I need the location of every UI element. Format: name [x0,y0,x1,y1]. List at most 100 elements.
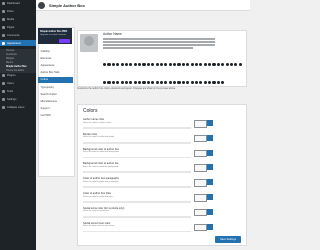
social-network-icon[interactable] [173,80,177,84]
color-picker-button[interactable] [207,120,213,126]
social-network-icon[interactable] [142,80,146,84]
social-network-icon[interactable] [138,80,142,84]
color-picker-button[interactable] [207,164,213,171]
social-network-icon[interactable] [168,62,172,66]
tab-get-pro[interactable]: Get PRO [38,113,73,119]
social-network-icon[interactable] [129,62,133,66]
color-picker-button[interactable] [207,134,213,141]
pro-upgrade-button[interactable] [59,39,70,43]
social-network-icon[interactable] [212,80,216,84]
sidebar-item[interactable]: Collapse menu [0,105,36,111]
social-network-icon[interactable] [177,62,181,66]
social-network-icon[interactable] [181,80,185,84]
color-swatch[interactable] [194,208,207,217]
social-network-icon[interactable] [234,62,238,66]
tab-elements[interactable]: Elements [38,55,73,61]
social-network-icon[interactable] [229,62,234,66]
social-network-icon[interactable] [199,62,203,66]
color-picker-button[interactable] [207,149,213,156]
sidebar-item[interactable]: Dashboard [0,0,36,6]
social-network-icon[interactable] [138,62,142,66]
social-network-icon[interactable] [146,80,150,84]
social-network-icon[interactable] [221,62,225,66]
social-network-icon[interactable] [164,62,168,66]
tab-miscellaneous[interactable]: Miscellaneous [38,98,73,104]
color-swatch[interactable] [194,164,207,172]
social-network-icon[interactable] [146,62,150,66]
social-network-icon[interactable] [155,62,159,66]
social-network-icon[interactable] [159,80,164,84]
social-network-icon[interactable] [151,62,155,66]
social-network-icon[interactable] [142,62,146,66]
sidebar-item[interactable]: Pages [0,24,36,30]
sidebar-item[interactable]: Media [0,16,36,22]
social-network-icon[interactable] [186,62,190,66]
social-network-icon[interactable] [212,62,216,66]
social-network-icon[interactable] [111,62,115,66]
sidebar-item[interactable]: Plugins [0,73,36,79]
tab-support[interactable]: Support [38,106,73,112]
social-network-icon[interactable] [164,80,168,84]
color-row-divider [83,201,191,203]
color-picker-button[interactable] [207,223,213,230]
save-settings-button[interactable]: Save Settings [215,236,241,243]
social-network-icon[interactable] [199,80,203,84]
social-network-icon[interactable] [194,80,199,84]
social-network-icon[interactable] [159,62,164,66]
social-network-icon[interactable] [116,62,120,66]
social-network-icon[interactable] [173,62,177,66]
social-network-icon[interactable] [181,62,185,66]
sidebar-item[interactable]: Settings [0,97,36,103]
social-network-icon[interactable] [225,62,229,66]
social-network-icon[interactable] [120,62,124,66]
social-network-icon[interactable] [186,80,190,84]
social-network-icon[interactable] [151,80,155,84]
social-network-icon[interactable] [216,80,220,84]
color-swatch[interactable] [194,120,207,128]
social-network-icon[interactable] [103,62,107,66]
tab-author-box-tabs[interactable]: Author Box Tabs [38,70,73,76]
sidebar-item[interactable]: Comments [0,32,36,38]
social-network-icon[interactable] [103,80,107,84]
social-network-icon[interactable] [111,80,115,84]
social-network-icon[interactable] [107,80,111,84]
social-network-icon[interactable] [208,62,212,66]
social-network-icon[interactable] [208,80,212,84]
social-network-icon[interactable] [190,62,194,66]
sidebar-item[interactable]: Users [0,81,36,87]
color-picker-button[interactable] [207,194,213,200]
social-network-icon[interactable] [168,80,172,84]
tab-colors[interactable]: Colors [38,76,73,83]
social-network-icon[interactable] [129,80,133,84]
tab-visibility[interactable]: Visibility [38,48,73,54]
sidebar-item[interactable]: Tools [0,89,36,95]
social-network-icon[interactable] [190,80,194,84]
color-swatch[interactable] [194,223,207,232]
social-network-icon[interactable] [124,62,129,66]
color-picker-button[interactable] [207,208,213,215]
social-network-icon[interactable] [120,80,124,84]
sidebar-item[interactable]: Appearance [0,40,36,47]
social-network-icon[interactable] [124,80,129,84]
color-swatch[interactable] [194,149,207,158]
social-network-icon[interactable] [155,80,159,84]
color-picker-button[interactable] [207,179,213,186]
social-network-icon[interactable] [216,62,220,66]
tab-search-author[interactable]: Search Author [38,91,73,97]
social-network-icon[interactable] [203,62,207,66]
social-network-icon[interactable] [177,80,181,84]
tab-typography[interactable]: Typography [38,84,73,90]
social-network-icon[interactable] [203,80,207,84]
color-swatch[interactable] [194,134,207,143]
social-network-icon[interactable] [221,80,225,84]
color-swatch[interactable] [194,194,207,202]
social-network-icon[interactable] [116,80,120,84]
tab-appearance[interactable]: Appearance [38,62,73,68]
social-network-icon[interactable] [194,62,199,66]
sidebar-item[interactable]: Posts [0,8,36,14]
social-network-icon[interactable] [133,80,137,84]
color-swatch[interactable] [194,179,207,187]
social-network-icon[interactable] [238,62,242,66]
social-network-icon[interactable] [133,62,137,66]
social-network-icon[interactable] [107,62,111,66]
